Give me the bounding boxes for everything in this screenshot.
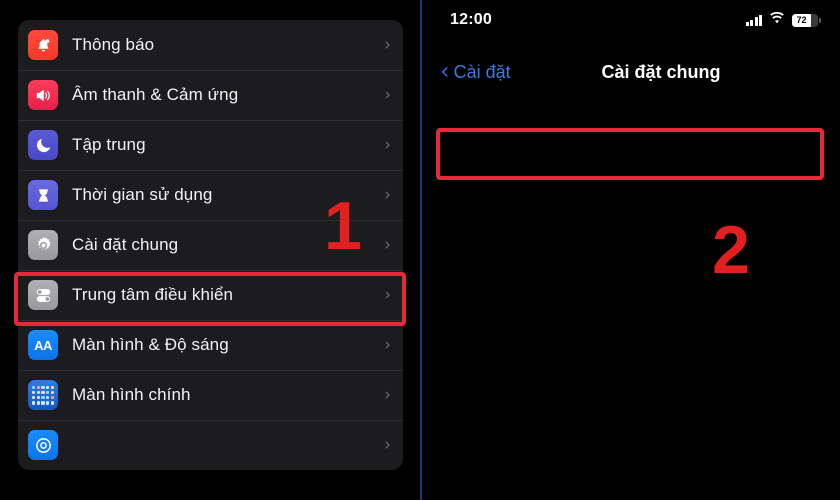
settings-row-control-center[interactable]: Trung tâm điều khiển › xyxy=(18,270,403,320)
moon-icon xyxy=(28,130,58,160)
settings-row-label: Màn hình chính xyxy=(72,385,191,404)
chevron-right-icon: › xyxy=(384,334,391,355)
settings-row-label: Tập trung xyxy=(72,135,146,154)
navigation-bar: ‹ Cài đặt Cài đặt chung xyxy=(422,50,840,94)
settings-row-label: Màn hình & Độ sáng xyxy=(72,335,229,354)
chevron-right-icon: › xyxy=(384,434,391,455)
page-title: Cài đặt chung xyxy=(601,61,721,82)
chevron-right-icon: › xyxy=(384,84,391,105)
settings-row-accessibility-partial[interactable]: › xyxy=(18,420,403,470)
chevron-right-icon: › xyxy=(384,184,391,205)
general-settings-panel: 12:00 72 ‹ Cài đặt Cài đặt chung xyxy=(422,0,840,500)
chevron-right-icon: › xyxy=(384,34,391,55)
wifi-icon xyxy=(769,11,785,29)
chevron-right-icon: › xyxy=(384,284,391,305)
chevron-right-icon: › xyxy=(384,134,391,155)
settings-row-label: Âm thanh & Cảm ứng xyxy=(72,85,239,104)
battery-icon: 72 xyxy=(792,13,821,27)
chevron-right-icon: › xyxy=(384,234,391,255)
step-marker-1: 1 xyxy=(324,188,362,264)
status-bar-time: 12:00 xyxy=(450,11,492,28)
settings-row-focus[interactable]: Tập trung › xyxy=(18,120,403,170)
settings-row-label: Thông báo xyxy=(72,35,155,54)
home-screen-grid-icon xyxy=(28,380,58,410)
speaker-icon xyxy=(28,80,58,110)
status-bar-indicators: 72 xyxy=(745,11,821,29)
settings-row-display-brightness[interactable]: AA Màn hình & Độ sáng › xyxy=(18,320,403,370)
settings-row-notifications[interactable]: Thông báo › xyxy=(18,20,403,70)
screenshot-root: Thông báo › Âm thanh & Cảm ứng › Tập tru… xyxy=(0,0,840,500)
hourglass-icon xyxy=(28,180,58,210)
accessibility-icon xyxy=(28,430,58,460)
toggles-icon xyxy=(28,280,58,310)
settings-row-label: Trung tâm điều khiển xyxy=(72,285,234,304)
cellular-bars-icon xyxy=(745,14,762,26)
bell-icon xyxy=(28,30,58,60)
step-marker-2: 2 xyxy=(712,212,750,288)
display-aa-icon: AA xyxy=(28,330,58,360)
settings-row-sounds-haptics[interactable]: Âm thanh & Cảm ứng › xyxy=(18,70,403,120)
settings-row-home-screen[interactable]: Màn hình chính › xyxy=(18,370,403,420)
settings-list-panel: Thông báo › Âm thanh & Cảm ứng › Tập tru… xyxy=(0,0,420,500)
battery-percent: 72 xyxy=(796,14,807,25)
gear-icon xyxy=(28,230,58,260)
status-bar: 12:00 72 xyxy=(422,0,840,40)
chevron-right-icon: › xyxy=(384,384,391,405)
